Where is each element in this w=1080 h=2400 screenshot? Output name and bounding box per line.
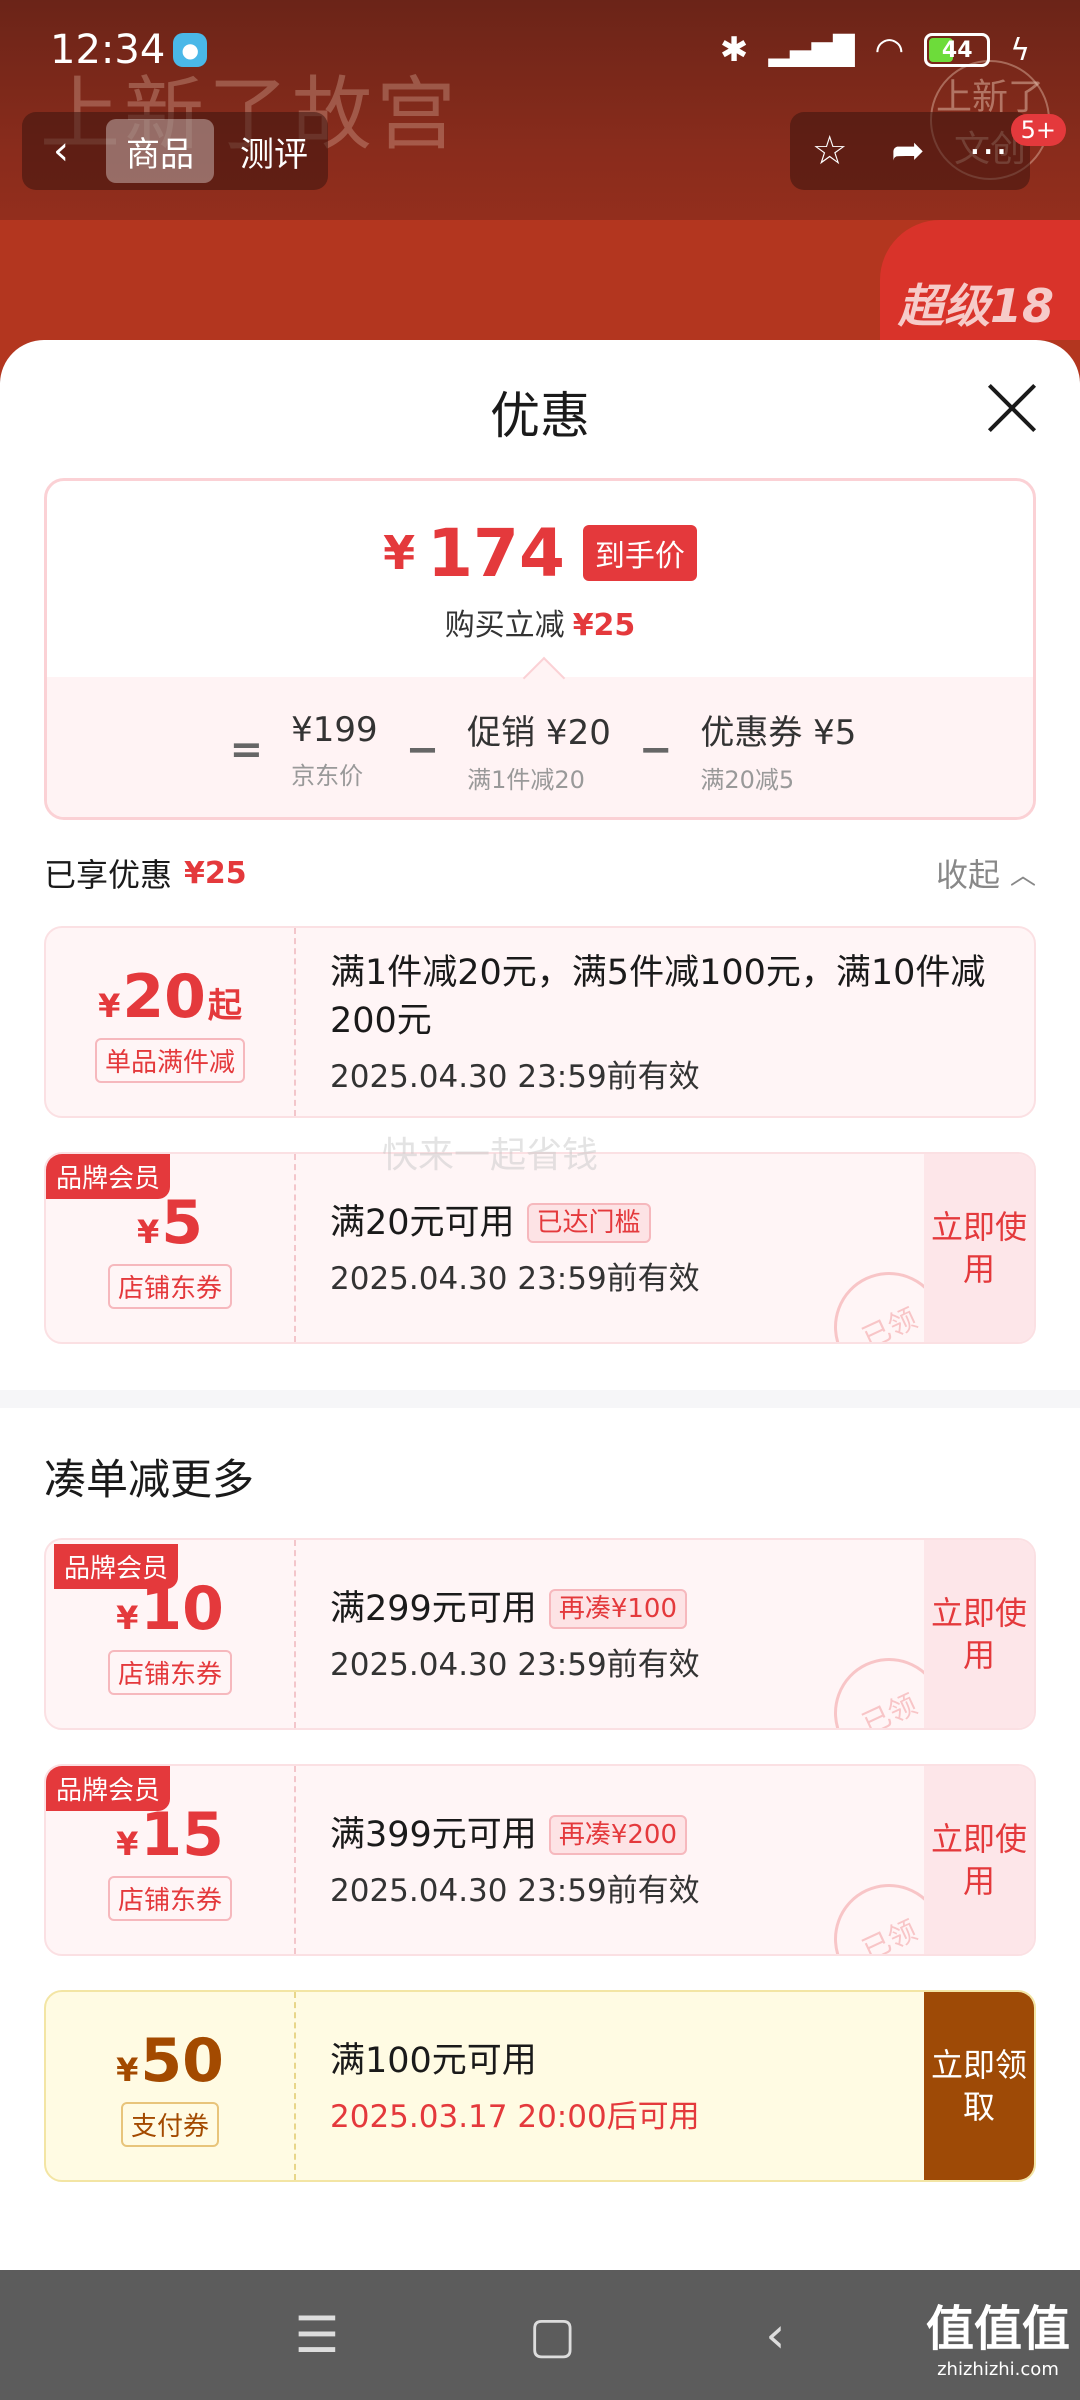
coupon-item: ¥50 支付券 满100元可用 2025.03.17 20:00后可用 立即领取 (44, 1990, 1036, 2182)
formula-coupon: 优惠券 ¥5 满20减5 (700, 713, 857, 794)
final-price: 174 (427, 514, 565, 592)
share-icon[interactable]: ➦ (891, 128, 925, 174)
price-currency: ¥ (383, 526, 416, 580)
coupon-item: 品牌会员 ¥10 店铺东券 满299元可用 再凑¥100 2025.04.30 … (44, 1538, 1036, 1730)
site-watermark: 值值值 zhizhizhi.com (925, 2301, 1070, 2380)
menu-icon[interactable]: ☰ (295, 2306, 340, 2364)
coupon-type: 支付券 (120, 2101, 219, 2147)
signal-icon: ▂▄▆█ (768, 33, 855, 67)
home-icon[interactable]: ▢ (529, 2306, 576, 2364)
favorite-star-icon[interactable]: ☆ (812, 128, 848, 174)
coupon-item: ¥20 起 单品满件减 满1件减20元，满5件减100元，满10件减200元 20… (44, 926, 1036, 1118)
enjoyed-label: 已享优惠 (44, 856, 173, 894)
enjoyed-discount-row: 已享优惠 ¥25 收起 ︿ (44, 850, 1036, 896)
coupon-validity: 2025.04.30 23:59前有效 (330, 1260, 700, 1297)
coupon-item: 品牌会员 ¥5 店铺东券 满20元可用 已达门槛 2025.04.30 23:5… (44, 1152, 1036, 1344)
system-navigation-bar: ☰ ▢ ‹ 值值值 zhizhizhi.com (0, 2270, 1080, 2400)
coupon-type: 店铺东券 (107, 1649, 232, 1695)
collapse-button[interactable]: 收起 ︿ (936, 850, 1036, 896)
coupon-amount: ¥20 起 (98, 961, 242, 1032)
coupon-amount: ¥5 (136, 1187, 203, 1258)
claim-now-button[interactable]: 立即领取 (924, 1992, 1034, 2180)
threshold-chip: 已达门槛 (526, 1202, 651, 1243)
sheet-title: 优惠 (490, 387, 590, 445)
coupon-validity: 2025.03.17 20:00后可用 (330, 2098, 700, 2135)
formula-minus: − (405, 727, 440, 773)
watermark-text: 快来一起省钱 (382, 1135, 599, 1176)
coupon-title: 满299元可用 再凑¥100 (330, 1585, 914, 1633)
coupon-item: 品牌会员 ¥15 店铺东券 满399元可用 再凑¥200 2025.04.30 … (44, 1764, 1036, 1956)
coupon-title: 满399元可用 再凑¥200 (330, 1811, 914, 1859)
coupon-title: 满20元可用 已达门槛 (330, 1199, 914, 1247)
bluetooth-icon: ✱ (719, 30, 749, 70)
coupon-amount: ¥15 (116, 1799, 224, 1870)
nav-actions: ☆ ➦ ⋯ (790, 112, 1030, 190)
final-price-tag: 到手价 (582, 525, 697, 581)
formula-equals: = (229, 727, 264, 773)
coupon-type: 店铺东券 (107, 1263, 232, 1309)
instant-discount: 购买立减 ¥25 (444, 607, 636, 643)
coupon-title: 满100元可用 (330, 2040, 537, 2081)
back-button[interactable]: ‹ (22, 112, 100, 190)
close-icon[interactable] (984, 380, 1040, 436)
coupon-validity: 2025.04.30 23:59前有效 (330, 1058, 700, 1095)
use-now-button[interactable]: 立即使用 (924, 1540, 1034, 1728)
status-bar: 12:34 ● ✱ ▂▄▆█ ◠ 44 ϟ (0, 0, 1080, 100)
formula-jd-price: ¥199 京东价 (291, 709, 378, 790)
more-icon[interactable]: ⋯ (968, 128, 1008, 174)
price-formula: = ¥199 京东价 − 促销 ¥20 满1件减20 − 优惠券 ¥5 满20减… (47, 677, 1033, 817)
formula-promotion: 促销 ¥20 满1件减20 (467, 713, 611, 794)
status-time: 12:34 (50, 27, 166, 73)
use-now-button[interactable]: 立即使用 (924, 1766, 1034, 1954)
coupon-amount: ¥10 (116, 1573, 224, 1644)
coupon-type: 店铺东券 (107, 1875, 232, 1921)
final-price-card: ¥ 174 到手价 购买立减 ¥25 = ¥199 京东价 − 促销 ¥20 满1… (44, 478, 1036, 820)
coupon-title: 满1件减20元，满5件减100元，满10件减200元 (330, 952, 986, 1041)
enjoyed-value: ¥25 (184, 855, 247, 891)
charging-icon: ϟ (1010, 32, 1030, 68)
status-icons: ✱ ▂▄▆█ ◠ 44 ϟ (720, 30, 1030, 70)
section-divider (0, 1390, 1080, 1408)
use-now-button[interactable]: 立即使用 (924, 1154, 1034, 1342)
product-nav-tabs: ‹ 商品 测评 (22, 112, 328, 190)
add-more-chip: 再凑¥100 (548, 1588, 687, 1629)
coupon-validity: 2025.04.30 23:59前有效 (330, 1646, 700, 1683)
coupon-type: 单品满件减 (94, 1037, 245, 1083)
battery-icon: 44 (924, 33, 991, 67)
notification-app-icon: ● (173, 33, 208, 67)
wifi-icon: ◠ (874, 30, 905, 70)
promo-badge: 超级18 (880, 220, 1080, 340)
discount-sheet: 优惠 ¥ 174 到手价 购买立减 ¥25 = ¥199 京东价 − 促销 ¥20… (0, 340, 1080, 2270)
back-icon[interactable]: ‹ (765, 2306, 785, 2364)
add-more-chip: 再凑¥200 (548, 1814, 687, 1855)
formula-minus: − (638, 727, 673, 773)
more-discount-title: 凑单减更多 (44, 1455, 255, 1504)
more-available-discounts-title: 更多可享优惠 (44, 2258, 296, 2270)
coupon-validity: 2025.04.30 23:59前有效 (330, 1872, 700, 1909)
chevron-up-icon: ︿ (1009, 860, 1036, 891)
tab-review[interactable]: 测评 (220, 119, 328, 183)
coupon-amount: ¥50 (116, 2025, 224, 2096)
message-count-badge: 5+ (1010, 114, 1066, 146)
tab-product[interactable]: 商品 (106, 119, 214, 183)
